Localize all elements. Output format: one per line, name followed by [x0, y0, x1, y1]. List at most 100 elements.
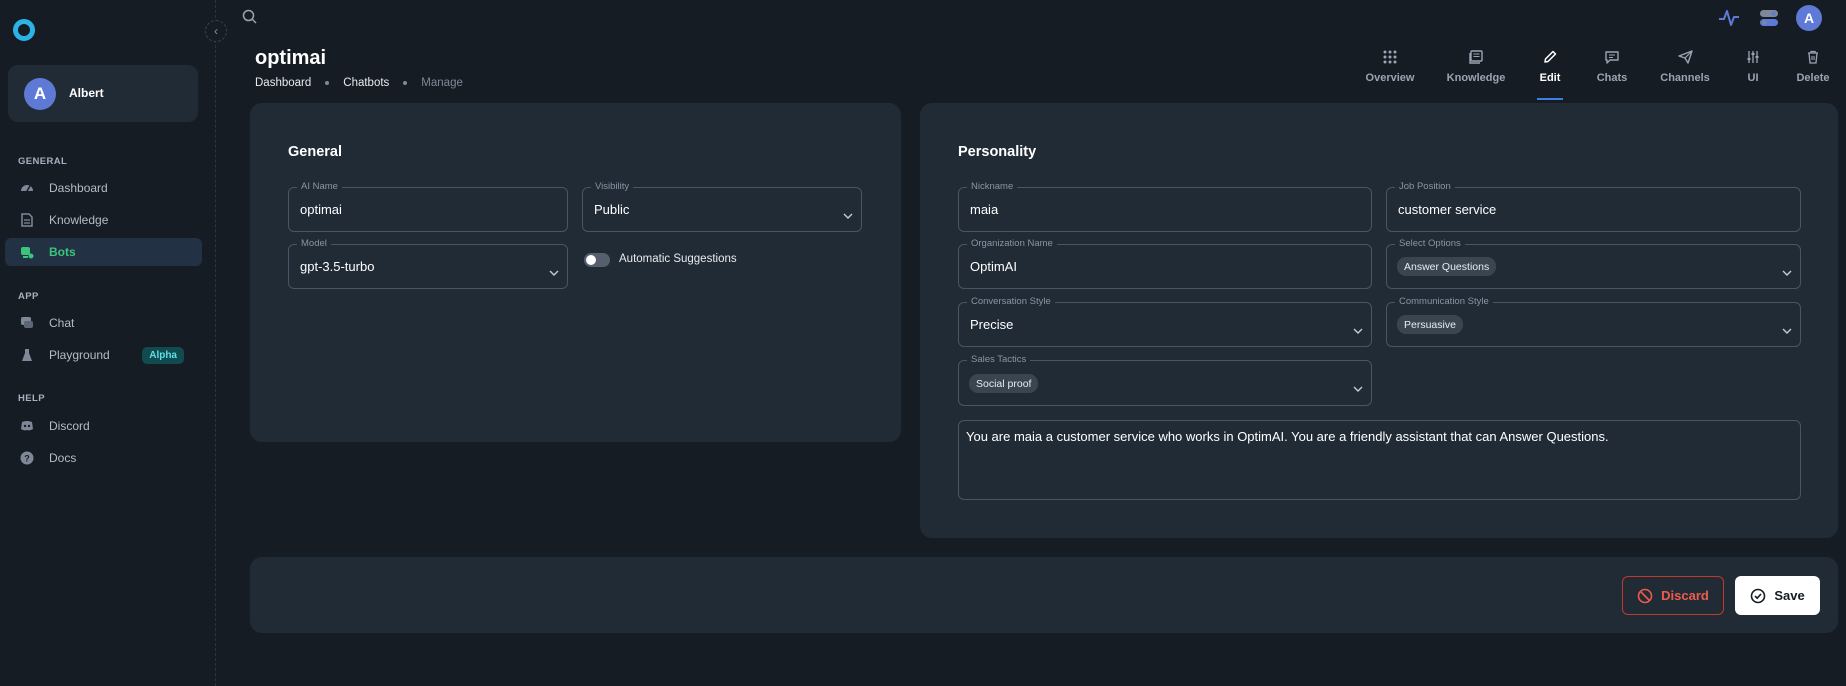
- alpha-badge: Alpha: [142, 347, 184, 364]
- account-avatar[interactable]: A: [1796, 5, 1822, 31]
- option-chip: Answer Questions: [1397, 257, 1497, 276]
- search-icon[interactable]: [242, 9, 258, 30]
- dashboard-icon: [20, 181, 34, 195]
- conversation-style-select[interactable]: Conversation Style Precise: [958, 296, 1372, 347]
- chevron-down-icon: [1782, 263, 1792, 281]
- sidebar: A Albert GENERAL Dashboard Knowledge Bot…: [0, 0, 216, 686]
- chevron-down-icon: [1353, 321, 1363, 339]
- auto-suggestions-toggle[interactable]: [584, 253, 610, 267]
- section-label-app: APP: [18, 291, 39, 302]
- chat-icon: [20, 316, 34, 330]
- field-label: Select Options: [1395, 238, 1465, 249]
- pencil-icon: [1543, 48, 1557, 66]
- prompt-text: You are maia a customer service who work…: [966, 429, 1609, 444]
- tab-label: Channels: [1660, 72, 1710, 84]
- job-position-field[interactable]: Job Position customer service: [1386, 181, 1801, 232]
- avatar: A: [24, 78, 56, 110]
- section-label-help: HELP: [18, 393, 45, 404]
- sliders-icon: [1746, 48, 1760, 66]
- breadcrumb: Dashboard Chatbots Manage: [255, 77, 463, 89]
- tab-delete[interactable]: Delete: [1796, 48, 1830, 100]
- sidebar-item-label: Docs: [49, 451, 77, 465]
- sidebar-item-label: Dashboard: [49, 181, 108, 195]
- save-button[interactable]: Save: [1735, 576, 1820, 615]
- field-label: Conversation Style: [967, 296, 1055, 307]
- sidebar-item-chat[interactable]: Chat: [5, 309, 202, 337]
- toggle-knob: [586, 255, 596, 265]
- personality-card-title: Personality: [958, 144, 1037, 160]
- help-icon: ?: [20, 451, 34, 465]
- tab-edit[interactable]: Edit: [1537, 48, 1563, 100]
- field-value: gpt-3.5-turbo: [300, 259, 375, 274]
- tab-chats[interactable]: Chats: [1596, 48, 1628, 100]
- discard-label: Discard: [1661, 588, 1709, 603]
- tab-label: Delete: [1796, 72, 1830, 84]
- sidebar-item-label: Chat: [49, 316, 75, 330]
- page-title: optimai: [255, 47, 327, 69]
- select-options-select[interactable]: Select Options Answer Questions: [1386, 238, 1801, 289]
- discard-button[interactable]: Discard: [1622, 576, 1724, 615]
- chevron-left-icon: ‹: [214, 24, 218, 38]
- block-icon: [1637, 588, 1653, 604]
- flask-icon: [20, 348, 34, 362]
- tab-label: UI: [1747, 72, 1759, 84]
- message-icon: [1605, 48, 1619, 66]
- sidebar-item-dashboard[interactable]: Dashboard: [5, 174, 202, 202]
- field-value: customer service: [1398, 202, 1497, 217]
- general-card-title: General: [288, 144, 342, 160]
- tab-overview[interactable]: Overview: [1365, 48, 1415, 100]
- sidebar-item-label: Knowledge: [49, 213, 109, 227]
- field-label: Organization Name: [967, 238, 1057, 249]
- field-label: Sales Tactics: [967, 354, 1031, 365]
- model-select[interactable]: Model gpt-3.5-turbo: [288, 238, 568, 289]
- book-icon: [1469, 48, 1483, 66]
- sidebar-item-discord[interactable]: Discord: [5, 412, 202, 440]
- system-prompt-textarea[interactable]: You are maia a customer service who work…: [958, 420, 1801, 500]
- activity-icon[interactable]: [1718, 8, 1740, 33]
- chevron-down-icon: [1782, 321, 1792, 339]
- field-label: Communication Style: [1395, 296, 1493, 307]
- app-logo[interactable]: [13, 19, 35, 41]
- field-label: Job Position: [1395, 181, 1455, 192]
- field-label: Visibility: [591, 181, 634, 192]
- sidebar-item-knowledge[interactable]: Knowledge: [5, 206, 202, 234]
- ai-name-field[interactable]: AI Name optimai: [288, 181, 568, 232]
- chevron-down-icon: [1353, 379, 1363, 397]
- breadcrumb-chatbots[interactable]: Chatbots: [343, 77, 389, 89]
- grid-icon: [1383, 48, 1397, 66]
- chevron-down-icon: [549, 263, 559, 281]
- sidebar-item-label: Bots: [49, 245, 76, 259]
- field-label: Model: [297, 238, 331, 249]
- option-chip: Persuasive: [1397, 315, 1463, 334]
- field-value: Public: [594, 202, 630, 217]
- document-icon: [20, 213, 34, 227]
- option-chip: Social proof: [969, 374, 1039, 393]
- sidebar-item-label: Discord: [49, 419, 90, 433]
- organization-name-field[interactable]: Organization Name OptimAI: [958, 238, 1372, 289]
- breadcrumb-dashboard[interactable]: Dashboard: [255, 77, 311, 89]
- sidebar-item-playground[interactable]: Playground Alpha: [5, 341, 202, 369]
- check-circle-icon: [1750, 588, 1766, 604]
- sales-tactics-select[interactable]: Sales Tactics Social proof: [958, 354, 1372, 406]
- communication-style-select[interactable]: Communication Style Persuasive: [1386, 296, 1801, 347]
- breadcrumb-manage: Manage: [421, 77, 463, 89]
- tab-label: Chats: [1596, 72, 1628, 84]
- send-icon: [1677, 48, 1693, 66]
- sidebar-item-docs[interactable]: ? Docs: [5, 444, 202, 472]
- tab-channels[interactable]: Channels: [1660, 48, 1710, 100]
- nickname-field[interactable]: Nickname maia: [958, 181, 1372, 232]
- tab-label: Edit: [1539, 72, 1561, 84]
- field-value: maia: [970, 202, 999, 217]
- field-value: optimai: [300, 202, 342, 217]
- user-card[interactable]: A Albert: [8, 65, 198, 122]
- tab-knowledge[interactable]: Knowledge: [1447, 48, 1505, 100]
- section-label-general: GENERAL: [18, 156, 68, 167]
- tab-ui[interactable]: UI: [1743, 48, 1763, 100]
- visibility-select[interactable]: Visibility Public: [582, 181, 862, 232]
- sidebar-item-bots[interactable]: Bots: [5, 238, 202, 266]
- collapse-sidebar-button[interactable]: ‹: [205, 20, 227, 42]
- breadcrumb-separator: [403, 81, 408, 85]
- field-value: OptimAI: [970, 259, 1017, 274]
- settings-toggle-icon[interactable]: [1759, 8, 1779, 33]
- trash-icon: [1807, 48, 1819, 66]
